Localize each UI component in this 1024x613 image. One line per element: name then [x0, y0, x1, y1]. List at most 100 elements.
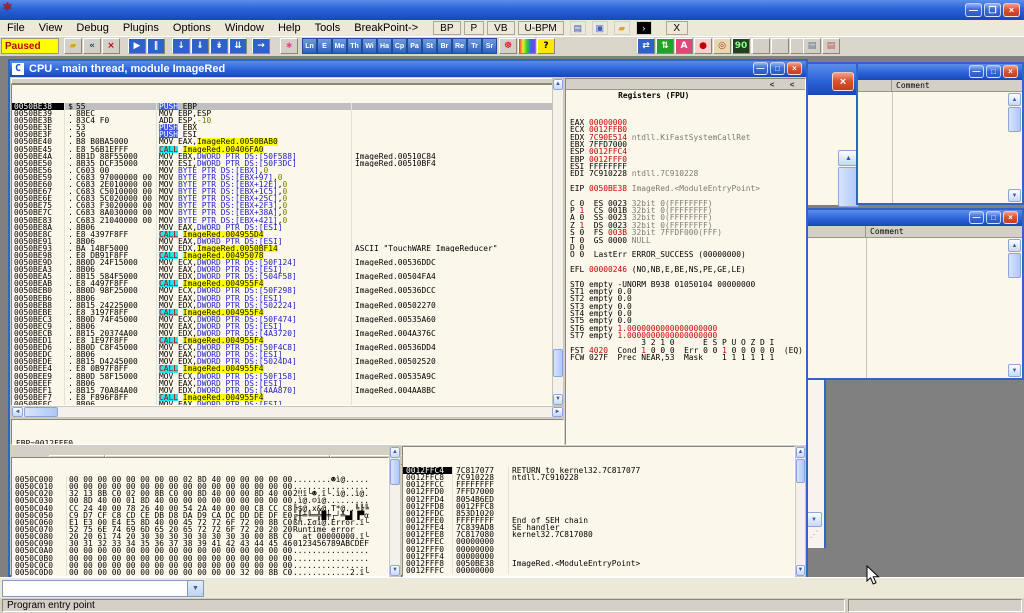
disasm-row[interactable]: 0050BEA5.8B15 584F5000MOV EDX,DWORD PTR …	[12, 273, 562, 280]
sync-updown-icon[interactable]: ⇅	[656, 38, 674, 54]
toolbar-letter-button-pa[interactable]: Pa	[407, 38, 422, 54]
maximize-icon[interactable]: □	[986, 65, 1001, 78]
close-icon[interactable]: ×	[1003, 65, 1018, 78]
maximize-icon[interactable]: □	[986, 211, 1001, 224]
toolbar-letter-button-ln[interactable]: Ln	[302, 38, 317, 54]
appearance-icon[interactable]	[518, 38, 536, 54]
disasm-row[interactable]: 0050BE75.C683 F3020000 00MOV BYTE PTR DS…	[12, 202, 562, 209]
breakpoint-bar-button-p[interactable]: P	[464, 21, 485, 35]
breakpoint-bar-button-bp[interactable]: BP	[433, 21, 460, 35]
disasm-row[interactable]: 0050BEEF.8B06MOV EAX,DWORD PTR DS:[ESI]	[12, 380, 562, 387]
scrollbar-thumb[interactable]	[1008, 107, 1021, 132]
breakpoint-bar-button-u-bpm[interactable]: U-BPM	[518, 21, 564, 35]
save-icon[interactable]: ▣	[592, 21, 608, 35]
combo-dropdown-icon[interactable]: ▼	[187, 581, 203, 596]
scroll-up-icon[interactable]: ▲	[1008, 93, 1021, 106]
scroll-up-icon[interactable]: ▲	[1008, 239, 1021, 252]
disasm-row[interactable]: 0050BEF7.E8 F896F8FFCALL ImageRed.004955…	[12, 394, 562, 401]
menu-item-view[interactable]: View	[32, 21, 70, 35]
plugin-close-button[interactable]: X	[666, 21, 688, 35]
disasm-row[interactable]: 0050BEAB.E8 4497F8FFCALL ImageRed.004955…	[12, 280, 562, 287]
disasm-row[interactable]: 0050BE8C.E8 4397F8FFCALL ImageRed.004955…	[12, 231, 562, 238]
disasm-row[interactable]: 0050BE91.8B06MOV EAX,DWORD PTR DS:[ESI]	[12, 238, 562, 245]
disasm-hscrollbar[interactable]: ◄ ►	[11, 406, 564, 418]
toolbar-letter-button-th[interactable]: Th	[347, 38, 362, 54]
swap-panels-icon[interactable]: ⇄	[637, 38, 655, 54]
toolbar-empty-button[interactable]	[771, 38, 789, 54]
menu-item-options[interactable]: Options	[166, 21, 218, 35]
scroll-down-icon[interactable]: ▼	[806, 512, 822, 527]
disasm-row[interactable]: 0050BE40.B8 B0BA5000MOV EAX,ImageRed.005…	[12, 138, 562, 145]
command-input[interactable]	[3, 581, 187, 596]
disasm-row[interactable]: 0050BE6E.C683 5C020000 00MOV BYTE PTR DS…	[12, 195, 562, 202]
toolbar-letter-button-wi[interactable]: Wi	[362, 38, 377, 54]
disasm-vscrollbar[interactable]: ▲ ▼	[552, 78, 564, 406]
menu-item-help[interactable]: Help	[271, 21, 308, 35]
execute-till-return-icon[interactable]: →	[252, 38, 270, 54]
disasm-row[interactable]: 0050BE56.C603 00MOV BYTE PTR DS:[EBX],0	[12, 167, 562, 174]
toolbar-letter-button-cp[interactable]: Cp	[392, 38, 407, 54]
scroll-down-icon[interactable]: ▼	[553, 394, 563, 405]
close-program-icon[interactable]: ×	[102, 38, 120, 54]
scrollbar-thumb[interactable]	[553, 349, 563, 377]
disasm-row[interactable]: 0050BE93.BA 14BF5000MOV EDX,ImageRed.005…	[12, 245, 562, 252]
panel-list-icon[interactable]: ▤	[803, 38, 821, 54]
disasm-row[interactable]: 0050BE3F.56PUSH ESI	[12, 131, 562, 138]
toolbar-empty-button[interactable]	[752, 38, 770, 54]
pause-icon[interactable]: ‖	[147, 38, 165, 54]
toolbar-letter-button-st[interactable]: St	[422, 38, 437, 54]
registers-next-icon[interactable]: <	[785, 80, 799, 89]
disasm-row[interactable]: 0050BED6.8B0D C8F45000MOV ECX,DWORD PTR …	[12, 344, 562, 351]
menu-item-debug[interactable]: Debug	[69, 21, 115, 35]
register-line[interactable]: EIP 0050BE38 ImageRed.<ModuleEntryPoint>	[566, 185, 805, 192]
open-folder-icon[interactable]: ▰	[614, 21, 630, 35]
step-into-icon[interactable]: ↓	[172, 38, 190, 54]
close-icon[interactable]: ×	[787, 62, 802, 75]
disasm-row[interactable]: 0050BE38$55PUSH EBP	[12, 103, 562, 110]
breakpoint-bar-button-vb[interactable]: VB	[487, 21, 514, 35]
close-icon[interactable]: ×	[1003, 3, 1020, 17]
scroll-down-icon[interactable]: ▼	[1008, 364, 1021, 377]
go-to-address-icon[interactable]: ∗	[280, 38, 298, 54]
scroll-down-icon[interactable]: ▼	[390, 565, 400, 576]
disasm-row[interactable]: 0050BE83.C683 21040000 00MOV BYTE PTR DS…	[12, 217, 562, 224]
go-back-icon[interactable]: «	[83, 38, 101, 54]
disasm-row[interactable]: 0050BEC9.8B06MOV EAX,DWORD PTR DS:[ESI]	[12, 323, 562, 330]
notes-icon[interactable]: ▤	[570, 21, 586, 35]
disasm-row[interactable]: 0050BE7C.C683 8A030000 00MOV BYTE PTR DS…	[12, 209, 562, 216]
disasm-row[interactable]: 0050BE3E.53PUSH EBX	[12, 124, 562, 131]
maximize-icon[interactable]: □	[770, 62, 785, 75]
step-over-icon[interactable]: ⇓	[191, 38, 209, 54]
side-window-middle-titlebar[interactable]: — □ ×	[802, 210, 1022, 226]
record-icon[interactable]: ●	[694, 38, 712, 54]
disasm-row[interactable]: 0050BED1.E8 1E97F8FFCALL ImageRed.004955…	[12, 337, 562, 344]
disasm-row[interactable]: 0050BE3B.83C4 F0ADD ESP,-10	[12, 117, 562, 124]
menu-item-breakpoint[interactable]: BreakPoint->	[347, 21, 425, 35]
disasm-row[interactable]: 0050BEB6.8B06MOV EAX,DWORD PTR DS:[ESI]	[12, 295, 562, 302]
disasm-row[interactable]: 0050BEF1.8B15 70A84A00MOV EDX,DWORD PTR …	[12, 387, 562, 394]
scrollbar-thumb[interactable]	[390, 459, 400, 485]
scroll-up-icon[interactable]: ▲	[796, 447, 805, 458]
disasm-row[interactable]: 0050BE60.C683 2E010000 00MOV BYTE PTR DS…	[12, 181, 562, 188]
resize-grip-icon[interactable]: ⋰	[806, 529, 822, 545]
side-window-top-titlebar[interactable]: — □ ×	[858, 64, 1022, 80]
stack-row[interactable]: 0012FFFC00000000	[403, 567, 794, 574]
toolbar-letter-button-sr[interactable]: Sr	[482, 38, 497, 54]
register-line[interactable]: O 0 LastErr ERROR_SUCCESS (00000000)	[566, 251, 805, 258]
restore-icon[interactable]: ❐	[984, 3, 1001, 17]
disasm-row[interactable]: 0050BEB0.8B0D 98F25000MOV ECX,DWORD PTR …	[12, 287, 562, 294]
minimize-icon[interactable]: —	[965, 3, 982, 17]
column-header-blank[interactable]	[802, 226, 866, 237]
animate-into-icon[interactable]: ↡	[210, 38, 228, 54]
scroll-down-icon[interactable]: ▼	[1008, 189, 1021, 202]
disasm-row[interactable]: 0050BEA3.8B06MOV EAX,DWORD PTR DS:[ESI]	[12, 266, 562, 273]
disasm-row[interactable]: 0050BEE4.E8 0B97F8FFCALL ImageRed.004955…	[12, 365, 562, 372]
registers-pane-header[interactable]: Registers (FPU) < <	[566, 79, 805, 90]
toolbar-letter-button-tr[interactable]: Tr	[467, 38, 482, 54]
menu-item-file[interactable]: File	[0, 21, 32, 35]
toolbar-letter-button-br[interactable]: Br	[437, 38, 452, 54]
disasm-row[interactable]: 0050BE98.E8 DB91F8FFCALL ImageRed.004950…	[12, 252, 562, 259]
animate-over-icon[interactable]: ⇊	[229, 38, 247, 54]
scrollbar-thumb[interactable]	[24, 407, 58, 417]
assemble-icon[interactable]: A	[675, 38, 693, 54]
